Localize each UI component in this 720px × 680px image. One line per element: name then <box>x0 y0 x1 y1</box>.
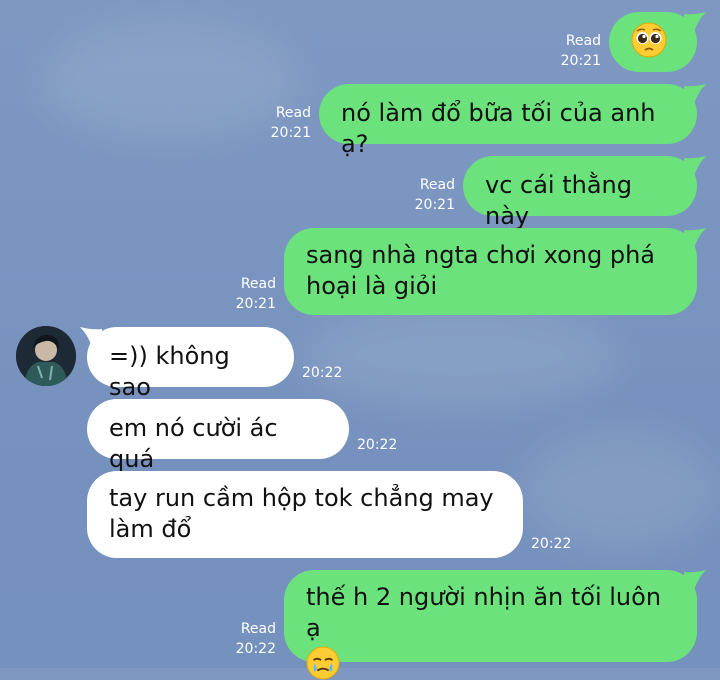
message-time: 20:21 <box>235 296 276 312</box>
background-cloud <box>40 20 300 140</box>
message-bubble[interactable]: =)) không sao <box>87 327 294 401</box>
message-text: =)) không sao <box>109 342 230 401</box>
pleading-face-icon <box>631 22 667 58</box>
read-status: Read <box>240 621 276 637</box>
message-bubble[interactable]: thế h 2 người nhịn ăn tối luôn ạ <box>284 570 697 680</box>
message-bubble[interactable]: sang nhà ngta chơi xong phá hoại là giỏi <box>284 228 697 315</box>
message-time: 20:22 <box>235 641 276 657</box>
read-status: Read <box>565 33 601 49</box>
message-time: 20:21 <box>560 53 601 69</box>
face-holding-back-tears-icon <box>306 646 340 680</box>
message-text: em nó cười ác quá <box>109 414 278 473</box>
message-meta: Read 20:21 <box>552 31 601 71</box>
read-status: Read <box>275 105 311 121</box>
message-meta: 20:22 <box>531 534 571 554</box>
message-meta: 20:22 <box>357 435 397 455</box>
message-bubble[interactable]: vc cái thằng này <box>463 156 697 230</box>
background-cloud <box>520 430 720 550</box>
message-text-line: sang nhà ngta chơi xong phá <box>306 241 655 269</box>
message-text: vc cái thằng này <box>485 171 632 230</box>
message-text-line: làm đổ <box>109 515 192 543</box>
message-time: 20:22 <box>302 365 343 381</box>
message-time: 20:22 <box>357 437 398 453</box>
message-meta: Read 20:22 <box>227 619 276 659</box>
message-meta: Read 20:21 <box>227 274 276 314</box>
message-text-line: hoại là giỏi <box>306 272 438 300</box>
message-meta: Read 20:21 <box>406 175 455 215</box>
message-text-line: thế h 2 người nhịn ăn tối luôn ạ <box>306 583 662 642</box>
message-text-line: tay run cầm hộp tok chẳng may <box>109 484 494 512</box>
background-cloud <box>300 300 620 410</box>
message-time: 20:21 <box>270 125 311 141</box>
message-time: 20:21 <box>414 197 455 213</box>
avatar-image <box>16 326 76 386</box>
message-meta: 20:22 <box>302 363 342 383</box>
message-bubble[interactable]: em nó cười ác quá <box>87 399 349 473</box>
message-text: nó làm đổ bữa tối của anh ạ? <box>341 99 656 158</box>
read-status: Read <box>419 177 455 193</box>
message-bubble[interactable] <box>609 12 697 72</box>
message-bubble[interactable]: tay run cầm hộp tok chẳng may làm đổ <box>87 471 523 558</box>
read-status: Read <box>240 276 276 292</box>
contact-avatar[interactable] <box>16 326 76 386</box>
message-meta: Read 20:21 <box>262 103 311 143</box>
message-time: 20:22 <box>531 536 572 552</box>
message-bubble[interactable]: nó làm đổ bữa tối của anh ạ? <box>319 84 697 158</box>
